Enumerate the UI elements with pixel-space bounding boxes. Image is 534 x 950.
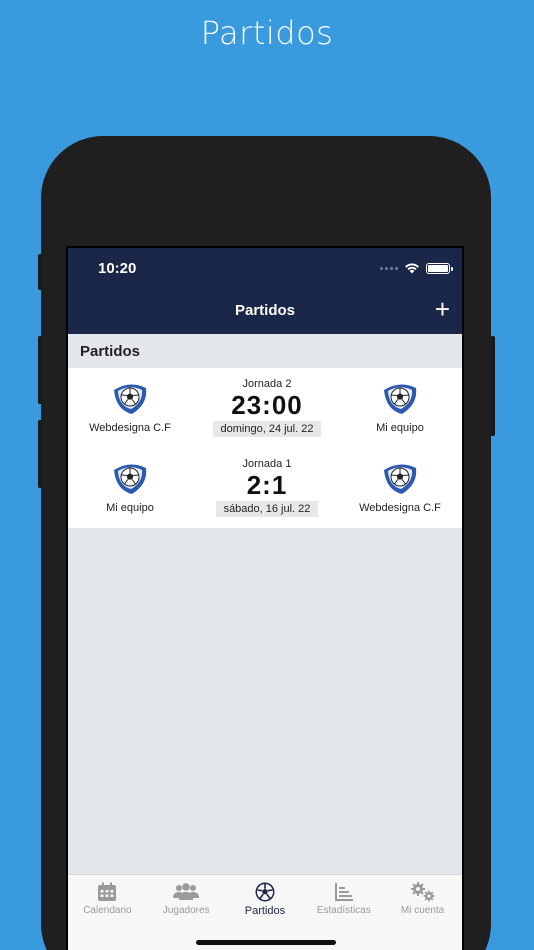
team-name: Webdesigna C.F <box>89 422 171 434</box>
add-match-button[interactable]: + <box>435 296 450 322</box>
team-crest-icon <box>114 464 147 494</box>
away-team: Mi equipo <box>340 378 460 434</box>
match-round: Jornada 2 <box>242 378 292 390</box>
phone-screen: 10:20 Partidos + Partidos Webdesigna C.F… <box>66 246 464 950</box>
gears-icon <box>410 882 435 902</box>
match-date: domingo, 24 jul. 22 <box>212 421 322 437</box>
team-crest-icon <box>384 384 417 414</box>
team-name: Webdesigna C.F <box>359 502 441 514</box>
tab-label: Mi cuenta <box>400 905 445 916</box>
nav-title: Partidos <box>234 302 295 319</box>
team-name: Mi equipo <box>376 422 424 434</box>
players-icon <box>173 883 200 900</box>
match-score: 2:1 <box>246 470 288 500</box>
match-row[interactable]: Webdesigna C.F Jornada 2 23:00 domingo, … <box>68 368 462 448</box>
cellular-signal-icon <box>380 266 398 270</box>
tab-mi-cuenta[interactable]: Mi cuenta <box>384 881 462 950</box>
status-time: 10:20 <box>98 260 137 277</box>
home-team: Webdesigna C.F <box>70 378 190 434</box>
match-info: Jornada 1 2:1 sábado, 16 jul. 22 <box>202 458 332 517</box>
tab-label: Estadísticas <box>316 905 371 916</box>
match-round: Jornada 1 <box>242 458 292 470</box>
tab-label: Calendario <box>83 905 132 916</box>
soccer-ball-icon <box>255 882 275 902</box>
away-team: Webdesigna C.F <box>340 458 460 514</box>
match-info: Jornada 2 23:00 domingo, 24 jul. 22 <box>202 378 332 437</box>
match-score: 23:00 <box>231 390 303 420</box>
calendar-icon <box>98 882 117 901</box>
match-row[interactable]: Mi equipo Jornada 1 2:1 sábado, 16 jul. … <box>68 448 462 528</box>
section-header: Partidos <box>68 334 462 368</box>
match-date: sábado, 16 jul. 22 <box>215 501 319 517</box>
team-crest-icon <box>384 464 417 494</box>
team-name: Mi equipo <box>106 502 154 514</box>
tab-bar: Calendario Jugadores Partidos Estadístic… <box>68 874 462 950</box>
team-crest-icon <box>114 384 147 414</box>
chart-icon <box>334 883 353 901</box>
tab-calendario[interactable]: Calendario <box>68 881 146 950</box>
status-indicators <box>380 262 453 274</box>
promo-title: Partidos <box>200 14 334 52</box>
tab-label: Jugadores <box>162 905 210 916</box>
home-indicator[interactable] <box>196 940 336 945</box>
tab-label: Partidos <box>244 905 286 917</box>
wifi-icon <box>405 263 419 274</box>
match-list: Webdesigna C.F Jornada 2 23:00 domingo, … <box>68 368 462 528</box>
home-team: Mi equipo <box>70 458 190 514</box>
navigation-bar: 10:20 Partidos + <box>68 248 462 334</box>
battery-icon <box>426 262 453 274</box>
